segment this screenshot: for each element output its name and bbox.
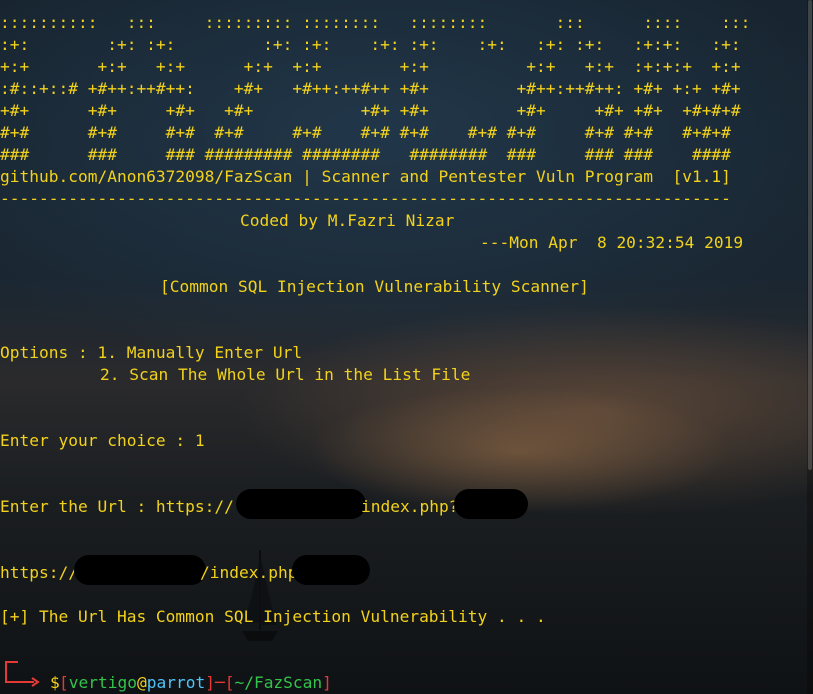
redacted-query: [292, 555, 370, 585]
prompt-bracket: [: [58, 673, 69, 692]
banner-line: :#::+::# +#++:++#++: +#+ +#++:++#++ +#+ …: [0, 79, 741, 98]
url-prompt-prefix: Enter the Url : https://: [0, 497, 234, 516]
url-prompt-suffix: index.php?: [361, 497, 459, 516]
prompt-dollar[interactable]: $: [50, 672, 60, 694]
prompt-bracket: [: [224, 673, 235, 692]
prompt-bracket: ]: [322, 673, 332, 692]
terminal-window[interactable]: :::::::::: ::: ::::::::: :::::::: ::::::…: [0, 0, 813, 694]
options-line-1: Options : 1. Manually Enter Url: [0, 343, 303, 362]
prompt-bracket: ]: [205, 673, 215, 692]
banner-line: +#+ +#+ +#+ +#+ +#+ +#+ +#+ +#+ +#+ +#+#…: [0, 101, 741, 120]
prompt-at: @: [136, 673, 147, 692]
prompt-user: vertigo: [68, 673, 137, 692]
scrollbar-thumb[interactable]: [808, 0, 812, 470]
banner-line: :::::::::: ::: ::::::::: :::::::: ::::::…: [0, 13, 751, 32]
divider-line: ----------------------------------------…: [0, 189, 731, 208]
redacted-domain: [236, 489, 366, 519]
redacted-domain: [74, 555, 206, 585]
banner-line: #+# #+# #+# #+# #+# #+# #+# #+# #+# #+# …: [0, 123, 731, 142]
redacted-query: [454, 489, 528, 519]
result-message: [+] The Url Has Common SQL Injection Vul…: [0, 607, 546, 626]
result-url-suffix: /index.php?: [200, 563, 308, 582]
scrollbar-track[interactable]: [807, 0, 813, 694]
scanner-title: [Common SQL Injection Vulnerability Scan…: [160, 277, 589, 296]
repo-line: github.com/Anon6372098/FazScan | Scanner…: [0, 167, 731, 186]
prompt-host: parrot: [146, 673, 206, 692]
coded-by-line: Coded by M.Fazri Nizar: [240, 211, 455, 230]
result-url-prefix: https://: [0, 563, 78, 582]
shell-prompt-header: [vertigo@parrot]─[~/FazScan]: [20, 650, 332, 692]
banner-line: +:+ +:+ +:+ +:+ +:+ +:+ +:+ +:+ :+:+:+ +…: [0, 57, 741, 76]
choice-prompt: Enter your choice : 1: [0, 431, 205, 450]
banner-line: ### ### ### ######### ######## ######## …: [0, 145, 731, 164]
prompt-path: ~/FazScan: [234, 673, 323, 692]
banner-line: :+: :+: :+: :+: :+: :+: :+: :+: :+: :+: …: [0, 35, 741, 54]
date-line: ---Mon Apr 8 20:32:54 2019: [480, 233, 744, 252]
options-line-2: 2. Scan The Whole Url in the List File: [100, 365, 471, 384]
prompt-dash: ─: [214, 673, 225, 692]
